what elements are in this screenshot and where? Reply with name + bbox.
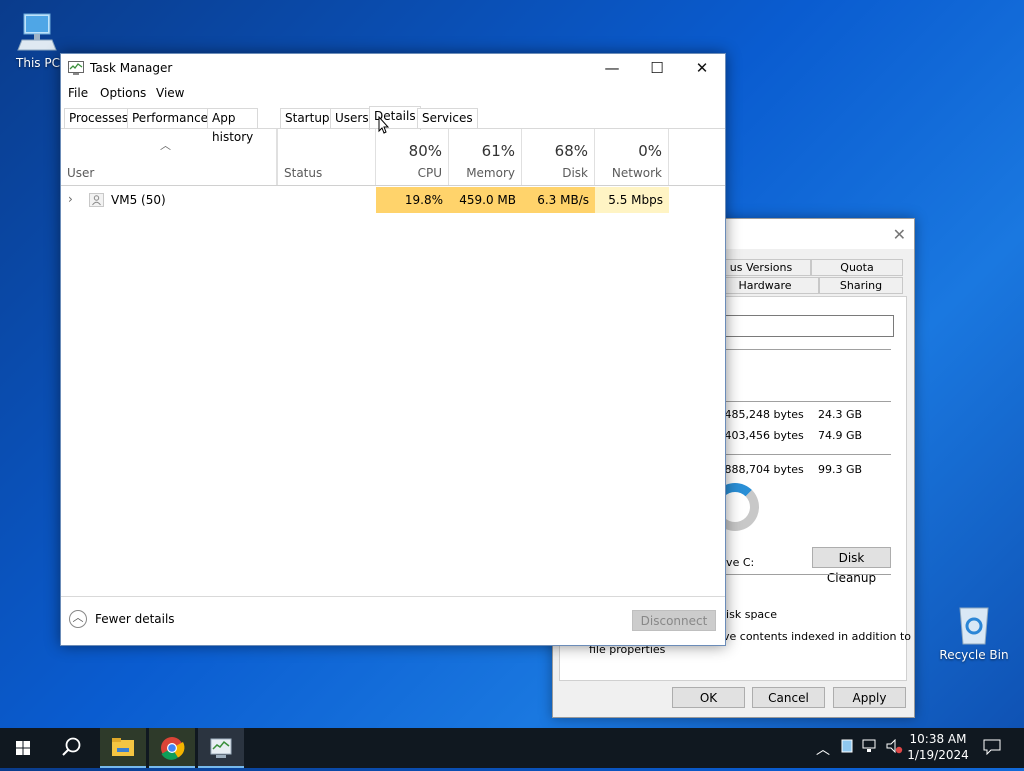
menu-view[interactable]: View [156, 86, 184, 100]
clock-time: 10:38 AM [909, 732, 967, 746]
cpu-percent: 80% [408, 142, 442, 160]
user-name: VM5 (50) [111, 193, 166, 207]
header-divider [61, 185, 725, 186]
desktop-icon-recycle-bin[interactable]: Recycle Bin [938, 602, 1010, 662]
network-cell: 5.5 Mbps [595, 187, 669, 213]
free-space-size: 74.9 GB [818, 429, 863, 442]
tab-startup[interactable]: Startup [280, 108, 335, 129]
column-label: Memory [466, 166, 515, 180]
column-header-disk[interactable]: 68% Disk [522, 129, 595, 185]
computer-icon [16, 10, 60, 54]
windows-logo-icon [16, 741, 30, 755]
network-percent: 0% [638, 142, 662, 160]
clock-date: 1/19/2024 [907, 748, 969, 762]
tab-label: Quota [840, 261, 874, 274]
drive-label: ive C: [723, 556, 755, 569]
tab-label: Sharing [839, 279, 883, 292]
task-manager-window: Task Manager — ☐ ✕ File Options View Pro… [60, 53, 726, 646]
desktop-icon-label: Recycle Bin [939, 648, 1009, 662]
file-explorer-button[interactable] [100, 728, 146, 768]
chevron-up-icon[interactable]: ︿ [816, 739, 830, 759]
chrome-icon [161, 737, 185, 760]
task-manager-icon [210, 738, 232, 758]
column-label: User [67, 166, 95, 180]
chevron-up-circle-icon: ︿ [69, 610, 87, 628]
close-button[interactable]: ✕ [679, 54, 725, 84]
sort-up-icon: ︿ [160, 139, 171, 152]
task-manager-taskbar-button[interactable] [198, 728, 244, 768]
column-header-cpu[interactable]: 80% CPU [376, 129, 449, 185]
maximize-button[interactable]: ☐ [634, 54, 680, 84]
column-header-network[interactable]: 0% Network [595, 129, 669, 185]
window-title: Task Manager [90, 61, 173, 75]
tab-app-history[interactable]: App history [207, 108, 259, 144]
tab-processes[interactable]: Processes [64, 108, 134, 129]
column-header-user[interactable]: ︿ User [61, 129, 277, 185]
ok-button[interactable]: OK [672, 687, 745, 708]
disk-cleanup-button[interactable]: Disk Cleanup [812, 547, 891, 585]
drive-name-field[interactable] [723, 315, 894, 337]
table-row[interactable]: › VM5 (50) 19.8% 459.0 MB 6.3 MB/s 5.5 M… [61, 187, 725, 213]
user-icon [89, 193, 104, 207]
separator [723, 401, 891, 402]
used-space-size: 24.3 GB [818, 408, 863, 421]
titlebar: Task Manager — ☐ ✕ [61, 54, 725, 84]
column-label: CPU [417, 166, 442, 180]
separator [723, 574, 891, 575]
recycle-bin-icon [952, 602, 996, 646]
disconnect-button[interactable]: Disconnect [632, 610, 716, 631]
tab-users[interactable]: Users [330, 108, 374, 129]
status-cell [277, 187, 376, 213]
compress-drive-text: lisk space [723, 608, 777, 621]
tab-performance[interactable]: Performance [127, 108, 214, 129]
mouse-cursor-icon [378, 116, 390, 134]
system-clock[interactable]: 10:38 AM 1/19/2024 [903, 731, 973, 763]
search-button[interactable] [48, 728, 94, 768]
used-space-bytes: ,485,248 bytes [721, 408, 804, 421]
minimize-button[interactable]: — [589, 54, 635, 84]
tab-quota[interactable]: Quota [811, 259, 903, 276]
column-label: Status [284, 166, 323, 180]
capacity-bytes: ,888,704 bytes [721, 463, 804, 476]
index-drive-text: ve contents indexed in addition to [723, 630, 912, 643]
column-header-status[interactable]: Status [277, 129, 376, 185]
tab-previous-versions[interactable]: us Versions [711, 259, 811, 276]
column-label: Disk [562, 166, 588, 180]
memory-cell: 459.0 MB [449, 187, 522, 213]
storage-icon[interactable] [841, 739, 853, 757]
close-icon[interactable]: ✕ [893, 225, 906, 244]
task-manager-icon [68, 61, 84, 75]
column-label: Network [611, 166, 662, 180]
volume-muted-icon[interactable] [885, 738, 905, 759]
capacity-size: 99.3 GB [818, 463, 863, 476]
tab-details[interactable]: Details [369, 106, 421, 130]
cpu-cell: 19.8% [376, 187, 449, 213]
search-icon [62, 737, 81, 756]
start-button[interactable] [0, 728, 46, 768]
disk-cell: 6.3 MB/s [522, 187, 595, 213]
apply-button[interactable]: Apply [833, 687, 906, 708]
menu-options[interactable]: Options [100, 86, 146, 100]
network-icon[interactable] [862, 739, 880, 757]
cancel-button[interactable]: Cancel [752, 687, 825, 708]
column-header-memory[interactable]: 61% Memory [449, 129, 522, 185]
chrome-button[interactable] [149, 728, 195, 768]
tab-label: Hardware [738, 279, 792, 292]
notification-icon[interactable] [983, 739, 1001, 759]
tab-sharing[interactable]: Sharing [819, 277, 903, 294]
tab-services[interactable]: Services [417, 108, 478, 129]
footer-divider [61, 596, 725, 597]
fewer-details-label: Fewer details [95, 612, 175, 626]
menu-file[interactable]: File [68, 86, 88, 100]
separator [723, 454, 891, 455]
memory-percent: 61% [481, 142, 515, 160]
tab-hardware[interactable]: Hardware [711, 277, 819, 294]
folder-icon [112, 738, 134, 756]
separator [723, 349, 891, 350]
taskbar: ︿ 10:38 AM 1/19/2024 [0, 728, 1024, 768]
expand-chevron-icon[interactable]: › [68, 192, 73, 206]
disk-percent: 68% [554, 142, 588, 160]
free-space-bytes: ,403,456 bytes [721, 429, 804, 442]
tab-label: us Versions [729, 261, 793, 274]
